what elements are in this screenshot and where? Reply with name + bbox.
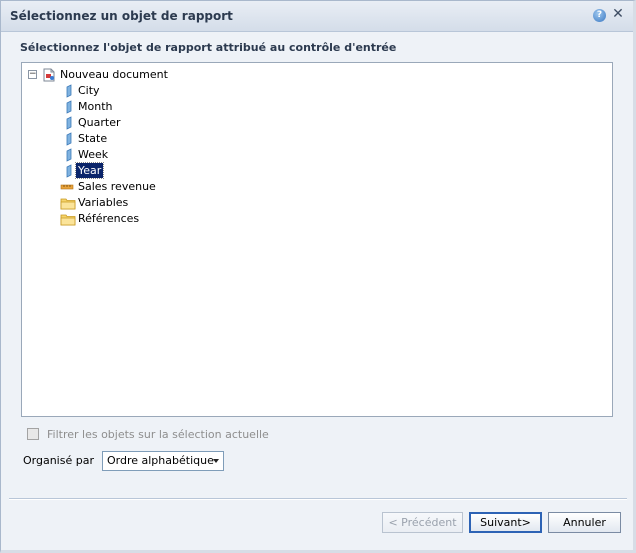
tree-item-month[interactable]: Month xyxy=(22,99,612,115)
report-object-dialog: Sélectionnez un objet de rapport ? ✕ Sél… xyxy=(0,0,636,553)
dimension-icon xyxy=(62,116,76,130)
collapse-icon[interactable]: − xyxy=(28,70,37,79)
dimension-icon xyxy=(62,148,76,162)
cancel-button[interactable]: Annuler xyxy=(548,512,621,533)
organise-by-label: Organisé par xyxy=(23,454,94,467)
tree-root-label: Nouveau document xyxy=(60,68,168,81)
tree-item-label: State xyxy=(78,132,108,145)
close-icon[interactable]: ✕ xyxy=(611,7,625,21)
tree-item-year[interactable]: Year xyxy=(22,162,612,179)
help-icon[interactable]: ? xyxy=(593,9,606,22)
tree-root-row[interactable]: − Nouveau document xyxy=(22,67,612,83)
tree-item-label: Sales revenue xyxy=(78,180,156,193)
measure-icon xyxy=(60,180,74,194)
filter-checkbox-label: Filtrer les objets sur la sélection actu… xyxy=(47,428,269,441)
tree-item-city[interactable]: City xyxy=(22,83,612,99)
dialog-titlebar: Sélectionnez un objet de rapport ? ✕ xyxy=(1,1,633,32)
dimension-icon xyxy=(62,100,76,114)
tree-item-sales-revenue[interactable]: Sales revenue xyxy=(22,179,612,195)
tree-item-week[interactable]: Week xyxy=(22,147,612,163)
dialog-title: Sélectionnez un objet de rapport xyxy=(10,9,233,23)
tree-item-variables[interactable]: Variables xyxy=(22,195,612,211)
previous-button[interactable]: < Précédent xyxy=(382,512,463,533)
folder-icon xyxy=(60,212,76,226)
dimension-icon xyxy=(62,132,76,146)
tree-item-label: Références xyxy=(78,212,140,225)
chevron-down-icon xyxy=(213,459,219,463)
folder-icon xyxy=(60,196,76,210)
tree-item-label: Variables xyxy=(78,196,129,209)
dialog-prompt: Sélectionnez l'objet de rapport attribué… xyxy=(20,41,397,54)
dimension-icon xyxy=(62,84,76,98)
document-icon xyxy=(42,68,56,82)
dimension-icon xyxy=(62,164,76,178)
organise-by-select[interactable]: Ordre alphabétique xyxy=(102,451,224,471)
tree-item-state[interactable]: State xyxy=(22,131,612,147)
report-object-tree[interactable]: − Nouveau document City Month Quarter St… xyxy=(21,62,613,417)
tree-item-references[interactable]: Références xyxy=(22,211,612,227)
tree-item-label: Quarter xyxy=(78,116,121,129)
tree-item-label-selected: Year xyxy=(74,162,105,179)
tree-item-quarter[interactable]: Quarter xyxy=(22,115,612,131)
next-button[interactable]: Suivant> xyxy=(469,512,542,533)
filter-checkbox[interactable] xyxy=(27,428,39,440)
footer-separator xyxy=(9,498,627,500)
tree-item-label: Week xyxy=(78,148,109,161)
tree-item-label: City xyxy=(78,84,100,97)
organise-by-value: Ordre alphabétique xyxy=(107,454,214,467)
tree-item-label: Month xyxy=(78,100,113,113)
